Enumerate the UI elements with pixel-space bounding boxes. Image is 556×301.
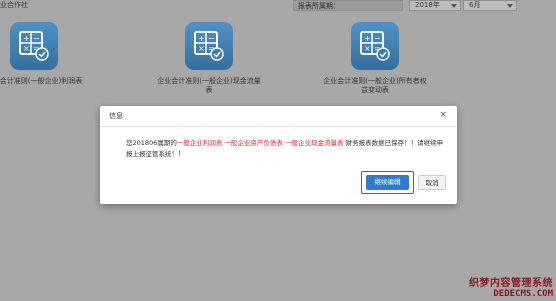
tile-label: 企业会计准则(一般企业)所有者权益变动表 <box>323 77 427 94</box>
tile-label: 企业会计准则(一般企业)现金流量表 <box>157 77 261 94</box>
dialog-header: 信息 × <box>100 106 457 127</box>
year-select[interactable]: 2018年 <box>409 0 461 11</box>
cancel-button[interactable]: 取消 <box>418 175 446 190</box>
svg-text:×: × <box>198 44 205 53</box>
dialog-title: 信息 <box>109 112 123 120</box>
report-name-balance: 一般企业资产负债表 <box>224 139 283 147</box>
chevron-down-icon <box>451 4 457 8</box>
svg-text:×: × <box>364 44 371 53</box>
tile-income-statement[interactable]: + − × = 企业会计准则(一般企业)利润表 <box>0 22 89 86</box>
calculator-check-icon: + − × = <box>185 22 233 70</box>
svg-text:+: + <box>364 34 371 43</box>
tile-label: 企业会计准则(一般企业)利润表 <box>0 77 83 85</box>
period-label: 报表所属期： <box>293 0 403 11</box>
calculator-check-icon: + − × = <box>351 22 399 70</box>
svg-text:×: × <box>23 44 30 53</box>
svg-text:+: + <box>198 34 205 43</box>
calculator-check-icon: + − × = <box>10 22 58 70</box>
svg-text:−: − <box>33 34 40 43</box>
report-name-income: 一般企业利润表 <box>176 139 223 147</box>
svg-text:−: − <box>374 34 381 43</box>
info-dialog: 信息 × 您201806属期的一般企业利润表 一般企业资产负债表 一般企业现金流… <box>100 106 457 204</box>
watermark-url: DEDECMS.COM <box>493 289 553 299</box>
month-select[interactable]: 6月 <box>463 0 517 11</box>
message-prefix: 您201806属期的 <box>126 139 177 147</box>
org-name: 业合作社 <box>0 1 28 9</box>
month-select-value: 6月 <box>469 1 481 9</box>
close-icon[interactable]: × <box>439 110 447 120</box>
report-name-cashflow: 一般企业现金流量表 <box>284 139 344 147</box>
top-bar: 业合作社 报表所属期： 2018年 6月 <box>0 0 556 14</box>
watermark-title: 织梦内容管理系统 <box>469 278 553 289</box>
tile-cash-flow[interactable]: + − × = 企业会计准则(一般企业)现金流量表 <box>154 22 264 95</box>
chevron-down-icon <box>507 4 513 8</box>
svg-text:+: + <box>23 34 30 43</box>
continue-edit-button[interactable]: 继续编辑 <box>366 175 409 190</box>
dialog-message: 您201806属期的一般企业利润表 一般企业资产负债表 一般企业现金流量表 财务… <box>126 138 444 160</box>
year-select-value: 2018年 <box>415 1 440 9</box>
svg-text:−: − <box>208 34 215 43</box>
tile-equity-changes[interactable]: + − × = 企业会计准则(一般企业)所有者权益变动表 <box>320 22 430 95</box>
watermark: 织梦内容管理系统 DEDECMS.COM <box>469 274 553 299</box>
